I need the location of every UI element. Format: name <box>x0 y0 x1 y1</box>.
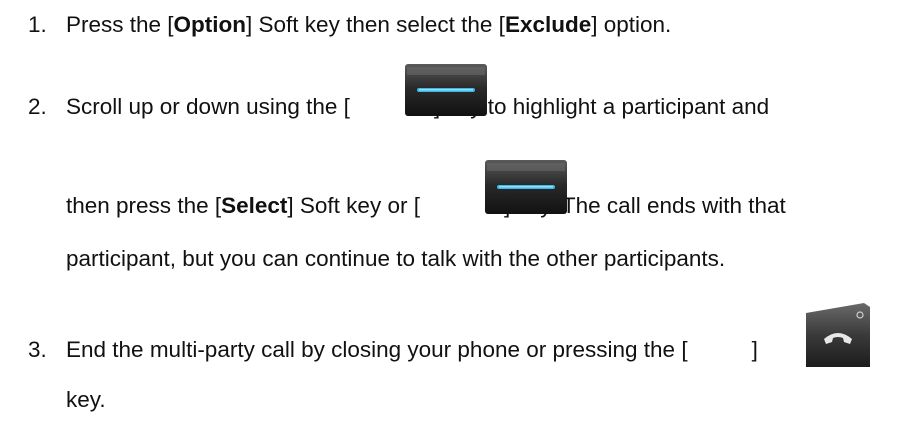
step-2-number: 2. <box>28 94 47 119</box>
text-segment: ] Soft key or [ <box>287 193 420 218</box>
step-3-number: 3. <box>28 337 47 362</box>
select-softkey-label: Select <box>221 193 288 218</box>
step-1-line-1: Press the [Option] Soft key then select … <box>66 12 671 38</box>
exclude-option-label: Exclude <box>504 12 592 37</box>
text-segment: then press the [ <box>66 193 222 218</box>
navigation-ok-key-icon <box>405 64 487 116</box>
step-3-line-2: key. <box>66 387 106 412</box>
text-segment: Press the [ <box>66 12 174 37</box>
step-2-line-3: participant, but you can continue to tal… <box>66 246 726 271</box>
navigation-ok-key-icon <box>485 160 567 214</box>
step-2-line-2: then press the [Select] Soft key or [] k… <box>66 193 786 219</box>
step-1-number: 1. <box>28 12 47 37</box>
end-call-key-icon <box>806 303 870 367</box>
text-segment: End the multi-party call by closing your… <box>66 337 688 362</box>
text-segment: Scroll up or down using the [ <box>66 94 350 119</box>
step-3-line-1: End the multi-party call by closing your… <box>66 337 758 363</box>
text-segment: ] <box>751 337 758 362</box>
text-segment: ] Soft key then select the [ <box>246 12 505 37</box>
option-softkey-label: Option <box>173 12 247 37</box>
text-segment: ] option. <box>591 12 672 37</box>
